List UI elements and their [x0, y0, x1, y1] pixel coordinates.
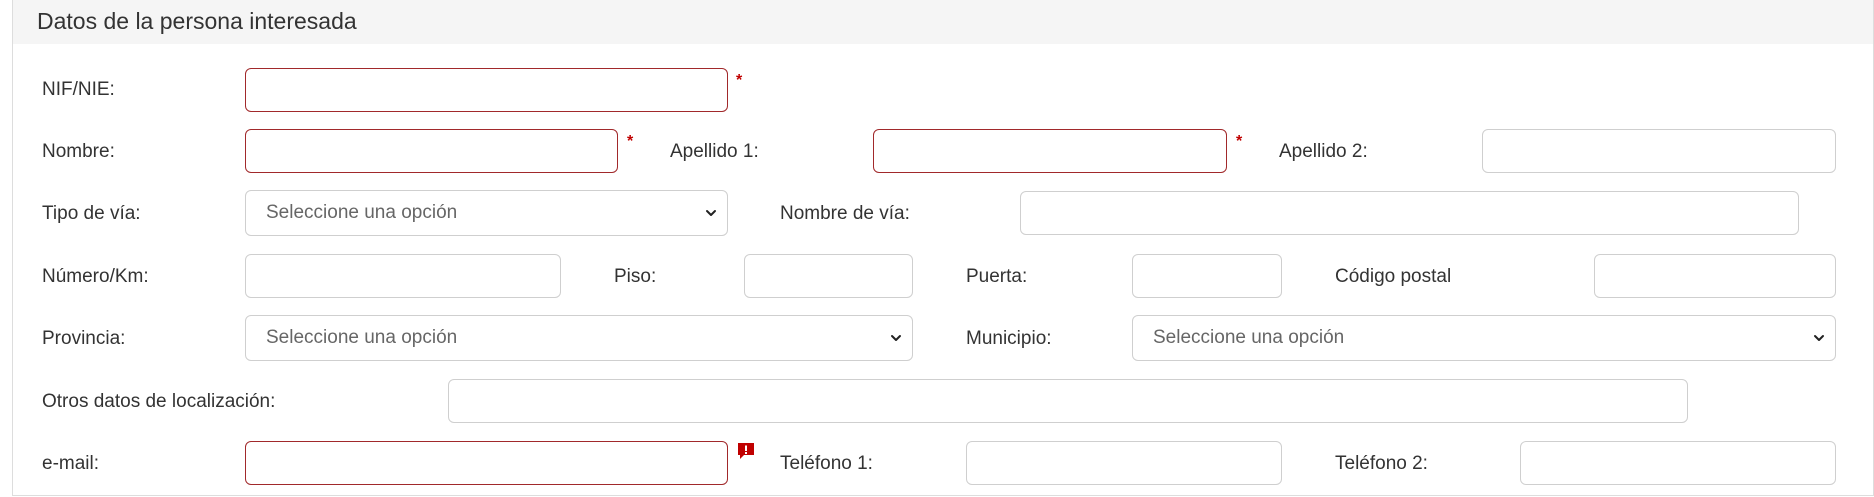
provincia-selected-value: Seleccione una opción — [266, 327, 458, 348]
nombre-label: Nombre: — [42, 141, 115, 162]
numero-km-label: Número/Km: — [42, 266, 149, 287]
chevron-down-icon — [706, 210, 716, 216]
municipio-select[interactable]: Seleccione una opción — [1132, 315, 1836, 361]
municipio-label: Municipio: — [966, 328, 1052, 349]
municipio-selected-value: Seleccione una opción — [1153, 327, 1345, 348]
telefono1-label: Teléfono 1: — [780, 453, 873, 474]
codigo-postal-label: Código postal — [1335, 266, 1452, 287]
required-asterisk-icon: * — [736, 72, 743, 89]
warning-icon — [738, 443, 754, 459]
provincia-label: Provincia: — [42, 328, 126, 349]
chevron-down-icon — [1814, 335, 1824, 341]
email-label: e-mail: — [42, 453, 100, 474]
telefono2-input[interactable] — [1520, 441, 1836, 485]
codigo-postal-input[interactable] — [1594, 254, 1836, 298]
required-asterisk-icon: * — [627, 133, 634, 150]
piso-input[interactable] — [744, 254, 913, 298]
telefono2-label: Teléfono 2: — [1335, 453, 1428, 474]
nombre-input[interactable] — [245, 129, 618, 173]
tipo-via-label: Tipo de vía: — [42, 203, 141, 224]
puerta-label: Puerta: — [966, 266, 1028, 287]
telefono1-input[interactable] — [966, 441, 1282, 485]
required-asterisk-icon: * — [1236, 133, 1243, 150]
email-input[interactable] — [245, 441, 728, 485]
nombre-via-label: Nombre de vía: — [780, 203, 910, 224]
apellido2-label: Apellido 2: — [1279, 141, 1368, 162]
apellido2-input[interactable] — [1482, 129, 1836, 173]
tipo-via-selected-value: Seleccione una opción — [266, 202, 458, 223]
nif-label: NIF/NIE: — [42, 79, 115, 100]
tipo-via-select[interactable]: Seleccione una opción — [245, 190, 728, 236]
provincia-select[interactable]: Seleccione una opción — [245, 315, 913, 361]
piso-label: Piso: — [614, 266, 657, 287]
nombre-via-input[interactable] — [1020, 191, 1799, 235]
chevron-down-icon — [891, 335, 901, 341]
otros-datos-input[interactable] — [448, 379, 1688, 423]
nif-input[interactable] — [245, 68, 728, 112]
section-title: Datos de la persona interesada — [37, 8, 357, 34]
apellido1-input[interactable] — [873, 129, 1227, 173]
puerta-input[interactable] — [1132, 254, 1282, 298]
apellido1-label: Apellido 1: — [670, 141, 759, 162]
numero-km-input[interactable] — [245, 254, 561, 298]
otros-datos-label: Otros datos de localización: — [42, 391, 276, 412]
